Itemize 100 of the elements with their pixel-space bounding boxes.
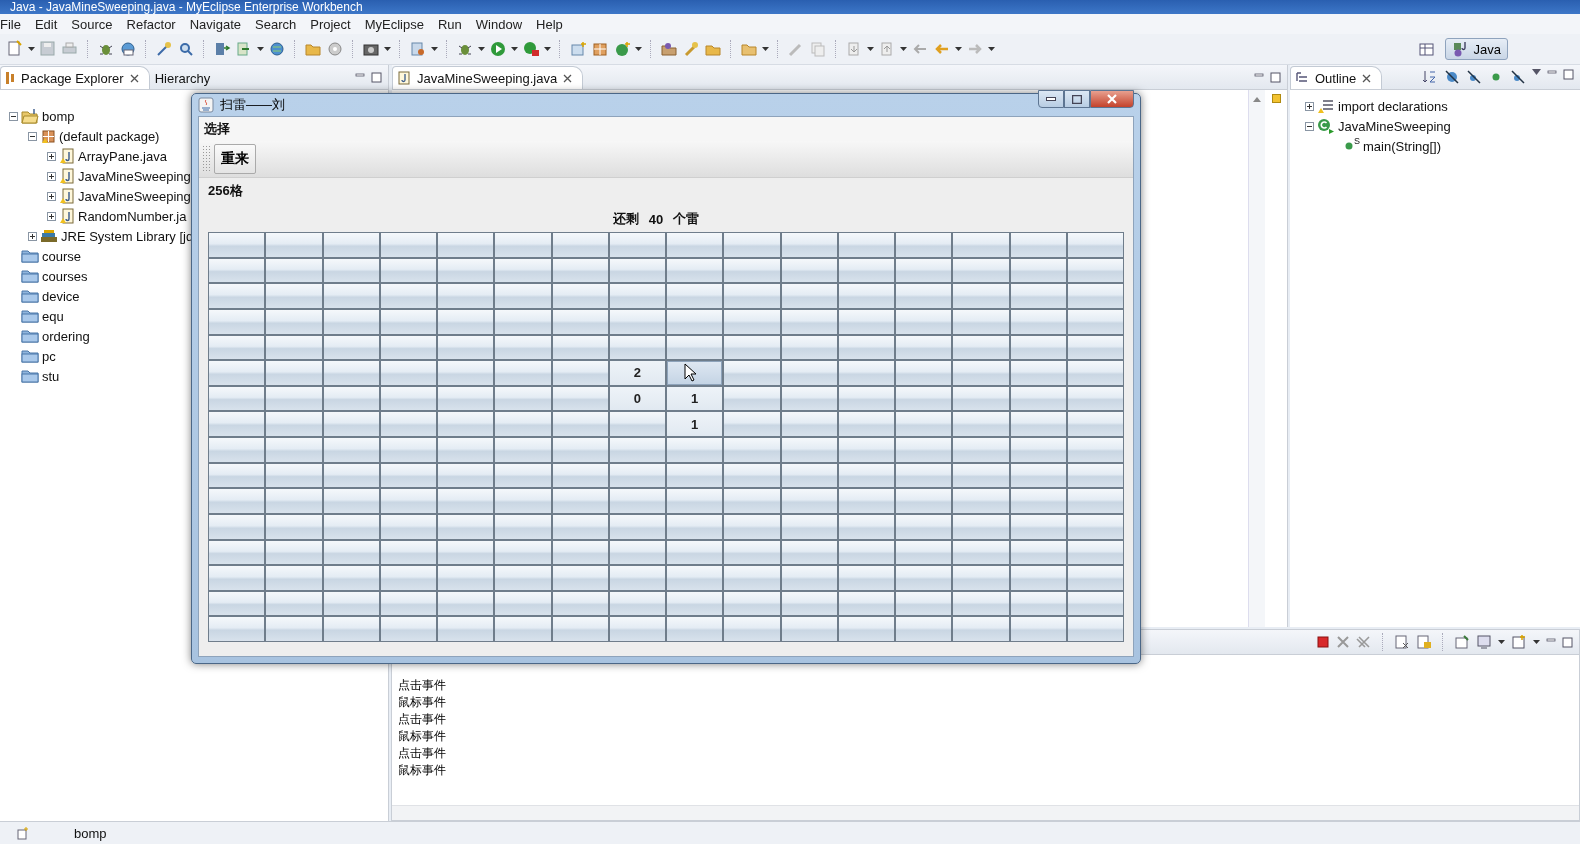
mine-cell[interactable] — [552, 438, 608, 462]
mine-cell[interactable] — [323, 489, 379, 513]
mine-cell[interactable] — [1010, 566, 1066, 590]
mine-cell[interactable] — [838, 412, 894, 436]
mine-cell[interactable] — [896, 514, 952, 539]
mine-cell[interactable] — [609, 258, 665, 283]
mine-cell[interactable] — [838, 438, 894, 462]
mine-cell[interactable] — [1067, 284, 1123, 308]
mine-cell[interactable] — [552, 284, 608, 308]
mine-cell[interactable] — [667, 617, 723, 641]
mine-cell[interactable] — [609, 309, 665, 334]
package-add-icon[interactable] — [569, 40, 587, 58]
mine-cell[interactable] — [209, 463, 265, 488]
mine-cell[interactable] — [495, 335, 551, 360]
mine-cell[interactable] — [1067, 258, 1123, 283]
mine-cell[interactable] — [896, 540, 952, 565]
mine-cell[interactable] — [667, 361, 723, 385]
tree-item[interactable]: ordering — [42, 328, 90, 344]
mine-cell[interactable] — [495, 233, 551, 257]
tree-item[interactable]: JavaMineSweeping — [1338, 118, 1451, 134]
mine-cell[interactable] — [209, 489, 265, 513]
mine-cell[interactable] — [380, 591, 436, 616]
mine-cell[interactable] — [953, 335, 1009, 360]
mine-cell[interactable] — [667, 233, 723, 257]
mine-cell[interactable] — [953, 438, 1009, 462]
mine-cell[interactable] — [380, 566, 436, 590]
mine-cell[interactable] — [838, 284, 894, 308]
minimize-button[interactable] — [1038, 90, 1064, 108]
wand-icon[interactable] — [155, 40, 173, 58]
mine-cell[interactable] — [609, 617, 665, 641]
mine-cell[interactable] — [838, 233, 894, 257]
tree-item[interactable]: import declarations — [1338, 98, 1448, 114]
mine-cell[interactable] — [266, 514, 322, 539]
mine-cell[interactable] — [552, 386, 608, 411]
mine-cell[interactable] — [896, 284, 952, 308]
perspective-button[interactable]: Java — [1444, 38, 1508, 60]
mine-cell[interactable] — [209, 540, 265, 565]
mine-cell[interactable] — [380, 361, 436, 385]
tree-item[interactable]: equ — [42, 308, 64, 324]
mine-cell[interactable] — [209, 591, 265, 616]
mine-cell[interactable] — [495, 258, 551, 283]
mine-cell[interactable] — [667, 438, 723, 462]
terminate-icon[interactable] — [1316, 635, 1330, 649]
remove-launch-icon[interactable] — [1336, 635, 1350, 649]
mine-cell[interactable] — [1010, 514, 1066, 539]
mine-cell[interactable] — [438, 617, 494, 641]
mine-cell[interactable] — [838, 514, 894, 539]
mine-cell[interactable] — [495, 540, 551, 565]
mine-cell[interactable] — [438, 463, 494, 488]
mine-cell[interactable] — [380, 489, 436, 513]
run-stop-icon[interactable] — [522, 40, 540, 58]
mine-cell[interactable] — [724, 617, 780, 641]
new-file-icon[interactable] — [6, 40, 24, 58]
mine-cell[interactable] — [209, 412, 265, 436]
menu-item[interactable]: Edit — [27, 16, 65, 32]
mine-cell[interactable] — [1067, 233, 1123, 257]
mine-cell[interactable] — [781, 335, 837, 360]
mine-cell[interactable] — [266, 361, 322, 385]
mine-cell[interactable] — [838, 540, 894, 565]
mine-cell[interactable] — [495, 438, 551, 462]
mine-cell[interactable] — [552, 361, 608, 385]
tree-item[interactable]: JavaMineSweeping — [78, 168, 191, 184]
mine-cell[interactable] — [609, 412, 665, 436]
mine-cell[interactable] — [667, 335, 723, 360]
open-type-icon[interactable] — [660, 40, 678, 58]
collapse-icon[interactable] — [1305, 121, 1314, 131]
mine-cell[interactable] — [781, 514, 837, 539]
mine-cell[interactable] — [323, 566, 379, 590]
mine-cell[interactable] — [838, 335, 894, 360]
mine-cell[interactable] — [724, 233, 780, 257]
mine-cell[interactable] — [438, 233, 494, 257]
mine-cell[interactable] — [209, 438, 265, 462]
mine-cell[interactable] — [380, 258, 436, 283]
mine-cell[interactable] — [1010, 335, 1066, 360]
mine-cell[interactable] — [495, 489, 551, 513]
mine-cell[interactable] — [552, 514, 608, 539]
mine-cell[interactable] — [781, 463, 837, 488]
mine-cell[interactable] — [266, 335, 322, 360]
mine-cell[interactable] — [1010, 309, 1066, 334]
mine-cell[interactable] — [1067, 540, 1123, 565]
mine-cell[interactable] — [495, 566, 551, 590]
mine-cell[interactable] — [495, 386, 551, 411]
mine-cell[interactable] — [438, 438, 494, 462]
mine-cell[interactable] — [609, 463, 665, 488]
mine-cell[interactable] — [323, 591, 379, 616]
collapse-icon[interactable] — [28, 131, 37, 141]
open-perspective-icon[interactable] — [1418, 41, 1435, 57]
mine-cell[interactable] — [724, 514, 780, 539]
mine-cell[interactable] — [266, 566, 322, 590]
mine-cell[interactable] — [380, 335, 436, 360]
mine-cell[interactable] — [438, 284, 494, 308]
mine-cell[interactable] — [1010, 412, 1066, 436]
mine-cell[interactable] — [838, 386, 894, 411]
mine-cell[interactable] — [667, 463, 723, 488]
mine-cell[interactable] — [495, 591, 551, 616]
tree-item[interactable]: course — [42, 248, 82, 264]
mine-cell[interactable] — [552, 591, 608, 616]
mine-cell[interactable] — [838, 361, 894, 385]
mine-cell[interactable] — [1067, 489, 1123, 513]
mine-cell[interactable] — [724, 284, 780, 308]
